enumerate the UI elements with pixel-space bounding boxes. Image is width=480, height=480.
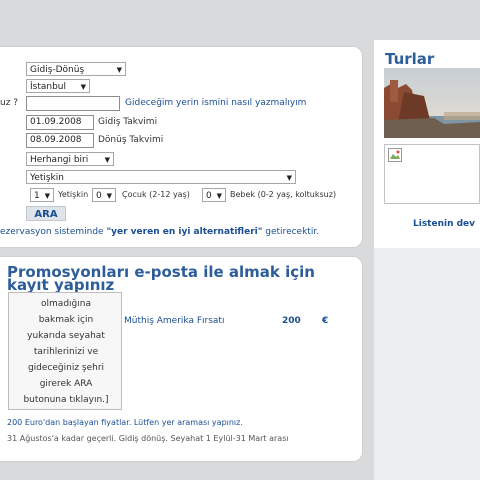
list-details-link[interactable]: Listenin dev [413, 219, 475, 229]
chevron-down-icon: ▼ [286, 174, 292, 182]
child-count-select[interactable]: 0 ▼ [92, 188, 116, 202]
tooltip-line: olmadığına [41, 299, 91, 309]
chevron-down-icon: ▼ [106, 192, 112, 200]
tour-photo[interactable] [384, 68, 480, 138]
info-prefix: ezervasyon sisteminde [0, 227, 107, 237]
passenger-type-value: Yetişkin [30, 173, 64, 183]
tooltip-line: bakmak için [38, 315, 94, 325]
promo-image-placeholder[interactable] [384, 144, 480, 204]
trip-type-value: Gidiş-Dönüş [30, 65, 85, 75]
infant-count-select[interactable]: 0 ▼ [202, 188, 226, 202]
from-city-value: İstanbul [30, 82, 67, 92]
depart-date-value: 01.09.2008 [30, 117, 82, 127]
child-count-value: 0 [96, 191, 102, 201]
chevron-down-icon: ▼ [80, 83, 86, 91]
return-calendar-label[interactable]: Dönüş Takvimi [98, 135, 163, 145]
adult-label: Yetişkin [58, 190, 89, 199]
promo-title[interactable]: Promosyonları e-posta ile almak için kay… [7, 265, 327, 293]
airline-value: Herhangi biri [30, 155, 89, 165]
tooltip-line: gideceğiniz şehri [27, 363, 105, 373]
infant-label: Bebek (0-2 yaş, koltuksuz) [230, 190, 337, 199]
chevron-down-icon: ▼ [116, 66, 122, 74]
passenger-type-select[interactable]: Yetişkin ▼ [26, 170, 296, 184]
broken-image-icon [388, 148, 402, 162]
infant-count-value: 0 [206, 191, 212, 201]
airline-select[interactable]: Herhangi biri ▼ [26, 152, 114, 166]
to-city-input[interactable] [26, 96, 120, 111]
depart-date-input[interactable]: 01.09.2008 [26, 115, 94, 130]
promo-note-link[interactable]: 200 Euro'dan başlayan fiyatlar. Lütfen y… [7, 418, 243, 427]
tooltip-line: yukarıda seyahat [27, 331, 105, 341]
tours-heading[interactable]: Turlar [385, 50, 434, 68]
depart-calendar-label[interactable]: Gidiş Takvimi [98, 117, 157, 127]
chevron-down-icon: ▼ [216, 192, 222, 200]
top-bar [0, 0, 480, 40]
offer-price: 200 [282, 316, 301, 326]
to-label: uz ? [0, 98, 19, 108]
offer-name-link[interactable]: Müthiş Amerika Fırsatı [124, 316, 224, 326]
right-sidebar-footer [374, 248, 480, 480]
return-date-input[interactable]: 08.09.2008 [26, 133, 94, 148]
chevron-down-icon: ▼ [44, 192, 50, 200]
chevron-down-icon: ▼ [104, 156, 110, 164]
adult-count-select[interactable]: 1 ▼ [30, 188, 54, 202]
help-tooltip: olmadığına bakmak için yukarıda seyahat … [8, 292, 122, 410]
promo-note: 31 Ağustos'a kadar geçerli. Gidiş dönüş.… [7, 434, 289, 443]
adult-count-value: 1 [34, 191, 40, 201]
info-suffix: getirecektir. [262, 227, 320, 237]
offer-currency: € [322, 316, 329, 326]
return-date-value: 08.09.2008 [30, 135, 82, 145]
tooltip-line: tarihlerinizi ve [33, 347, 99, 357]
info-text: ezervasyon sisteminde "yer veren en iyi … [0, 227, 319, 237]
tooltip-line: butonuna tıklayın.] [23, 395, 109, 405]
child-label: Çocuk (2-12 yaş) [122, 190, 190, 199]
from-city-select[interactable]: İstanbul ▼ [26, 79, 90, 93]
trip-type-select[interactable]: Gidiş-Dönüş ▼ [26, 62, 126, 76]
search-button[interactable]: ARA [26, 206, 66, 221]
tooltip-line: girerek ARA [39, 379, 93, 389]
to-help-link[interactable]: Gideceğim yerin ismini nasıl yazmalıyım [125, 98, 306, 108]
info-bold: "yer veren en iyi alternatifleri" [106, 227, 263, 237]
